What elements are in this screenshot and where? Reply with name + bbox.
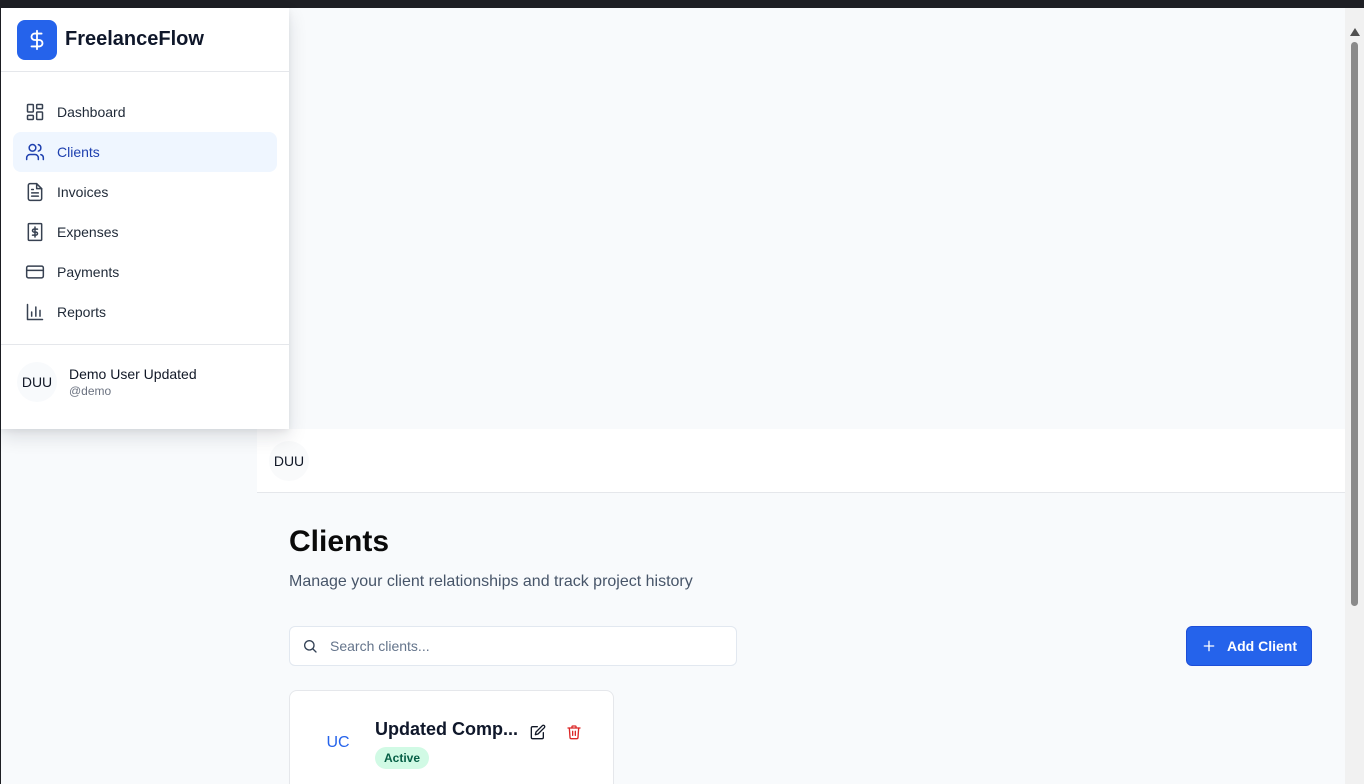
brand[interactable]: FreelanceFlow xyxy=(1,8,289,72)
dollar-icon xyxy=(17,19,57,60)
file-text-icon xyxy=(25,182,45,202)
search-field[interactable] xyxy=(289,626,737,666)
sidebar-item-reports[interactable]: Reports xyxy=(13,292,277,332)
client-name: Updated Comp... xyxy=(375,719,518,739)
page-scrollbar[interactable] xyxy=(1345,8,1364,784)
user-name: Demo User Updated xyxy=(69,366,197,382)
avatar: DUU xyxy=(17,362,57,402)
add-client-button[interactable]: Add Client xyxy=(1186,626,1312,666)
add-client-label: Add Client xyxy=(1227,638,1297,654)
dashboard-icon xyxy=(25,102,45,122)
scroll-thumb[interactable] xyxy=(1351,42,1358,606)
sidebar-item-label: Invoices xyxy=(57,184,109,200)
plus-icon xyxy=(1201,638,1217,654)
scroll-up-arrow-icon[interactable] xyxy=(1350,28,1360,36)
sidebar-item-label: Reports xyxy=(57,304,107,320)
user-handle: @demo xyxy=(69,384,112,398)
page-title: Clients xyxy=(289,525,390,558)
sidebar-item-payments[interactable]: Payments xyxy=(13,252,277,292)
sidebar-item-invoices[interactable]: Invoices xyxy=(13,172,277,212)
delete-button[interactable] xyxy=(563,721,585,743)
sidebar-item-label: Payments xyxy=(57,264,120,280)
top-header: DUU xyxy=(257,429,1345,493)
sidebar-item-dashboard[interactable]: Dashboard xyxy=(13,92,277,132)
receipt-icon xyxy=(25,222,45,242)
page-subtitle: Manage your client relationships and tra… xyxy=(289,573,693,590)
sidebar-item-clients[interactable]: Clients xyxy=(13,132,277,172)
bar-chart-icon xyxy=(25,302,45,322)
sidebar-item-label: Expenses xyxy=(57,224,119,240)
sidebar-nav: Dashboard Clients Invoices Expenses Paym… xyxy=(1,72,289,332)
status-badge: Active xyxy=(375,747,430,769)
search-input[interactable] xyxy=(330,638,710,654)
brand-name: FreelanceFlow xyxy=(65,28,204,50)
sidebar-item-expenses[interactable]: Expenses xyxy=(13,212,277,252)
users-icon xyxy=(25,142,45,162)
search-icon xyxy=(302,638,318,654)
sidebar-item-label: Dashboard xyxy=(57,104,126,120)
sidebar-item-label: Clients xyxy=(57,144,100,160)
sidebar: FreelanceFlow Dashboard Clients Invoices… xyxy=(1,8,289,429)
credit-card-icon xyxy=(25,262,45,282)
browser-top-strip xyxy=(0,0,1364,8)
edit-button[interactable] xyxy=(527,721,549,743)
client-avatar: UC xyxy=(326,734,350,751)
sidebar-divider xyxy=(1,344,289,345)
edit-icon xyxy=(530,724,546,740)
user-profile[interactable]: DUU Demo User Updated @demo xyxy=(17,362,197,402)
trash-icon xyxy=(566,724,582,740)
avatar[interactable]: DUU xyxy=(269,440,309,481)
client-card[interactable]: UC Updated Comp... Active xyxy=(289,690,614,784)
